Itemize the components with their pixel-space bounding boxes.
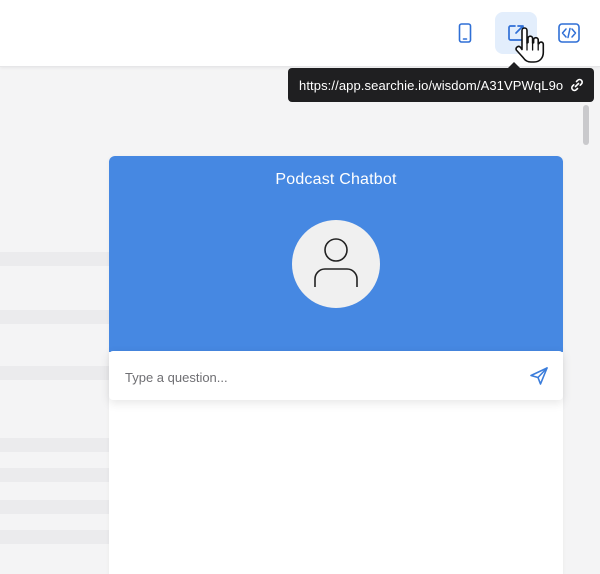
embed-code-button[interactable] xyxy=(548,12,590,54)
background-line xyxy=(0,500,109,514)
background-line xyxy=(0,252,109,266)
tooltip-url: https://app.searchie.io/wisdom/A31VPWqL9… xyxy=(299,77,564,93)
link-icon[interactable] xyxy=(569,77,585,96)
top-toolbar xyxy=(0,0,600,67)
scrollbar[interactable] xyxy=(582,105,590,574)
mobile-phone-icon xyxy=(458,23,472,43)
chatbot-header: Podcast Chatbot xyxy=(109,156,563,352)
scrollbar-thumb[interactable] xyxy=(583,105,589,145)
chatbot-avatar xyxy=(292,220,380,308)
chatbot-title: Podcast Chatbot xyxy=(275,171,397,188)
url-tooltip: https://app.searchie.io/wisdom/A31VPWqL9… xyxy=(288,68,594,102)
question-input-bar xyxy=(109,351,563,400)
user-icon xyxy=(312,236,360,293)
code-embed-icon xyxy=(558,23,580,43)
background-line xyxy=(0,366,109,380)
background-line xyxy=(0,468,109,482)
send-icon xyxy=(530,367,548,385)
hand-cursor-icon xyxy=(515,27,545,63)
question-input[interactable] xyxy=(123,363,507,391)
send-button[interactable] xyxy=(528,365,550,387)
background-line xyxy=(0,438,109,452)
background-line xyxy=(0,530,109,544)
background-line xyxy=(0,310,109,324)
mobile-preview-button[interactable] xyxy=(444,12,486,54)
